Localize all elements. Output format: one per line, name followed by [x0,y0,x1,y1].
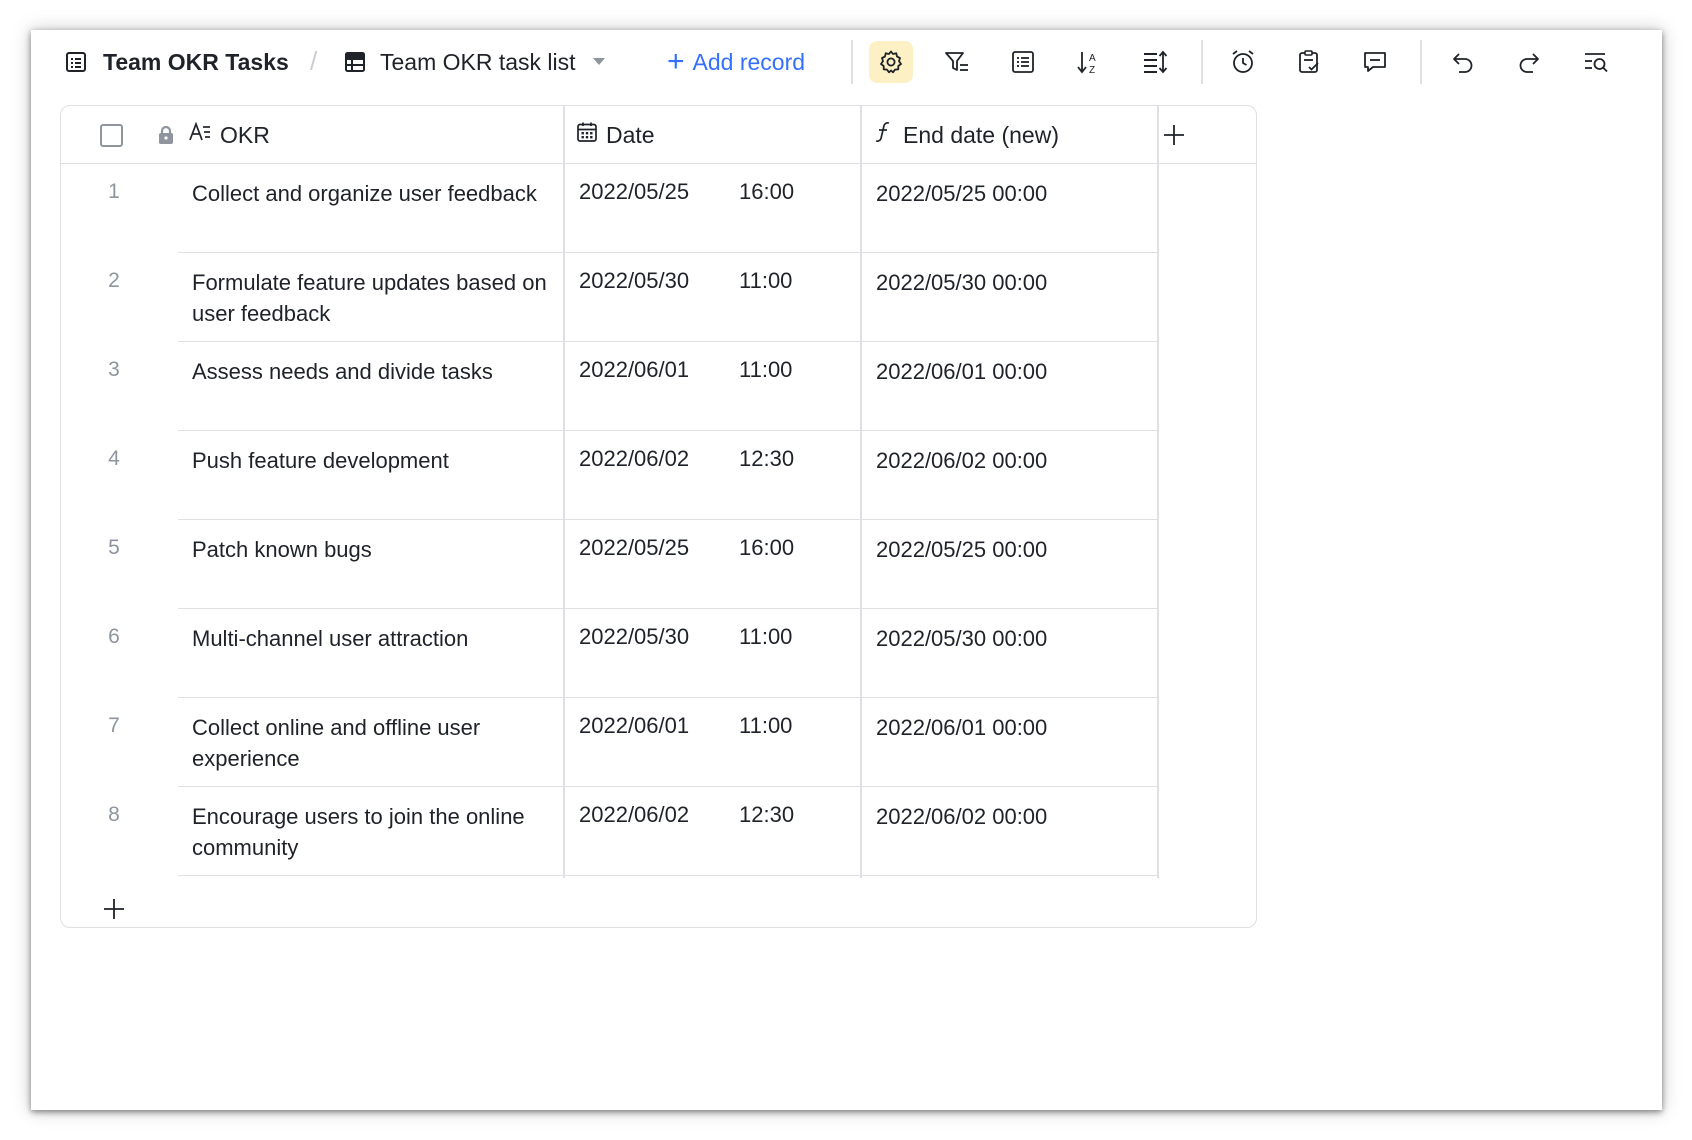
time-cell[interactable]: 11:00 [739,621,792,652]
column-header-okr[interactable]: OKR [188,106,270,164]
time-cell[interactable]: 16:00 [739,532,794,563]
end-date-cell[interactable]: 2022/05/30 00:00 [876,267,1047,298]
add-record-label: Add record [692,48,806,75]
caret-down-icon [592,57,606,67]
toolbar-divider [1420,40,1422,84]
column-header-end-date[interactable]: End date (new) [873,106,1059,164]
end-date-cell[interactable]: 2022/06/01 00:00 [876,356,1047,387]
time-cell[interactable]: 12:30 [739,443,794,474]
row-number: 8 [108,803,120,826]
end-date-cell[interactable]: 2022/06/01 00:00 [876,712,1047,743]
row-number: 3 [108,358,120,381]
row-height-icon[interactable] [1133,41,1177,83]
time-cell[interactable]: 11:00 [739,710,792,741]
base-title: Team OKR Tasks [103,48,289,75]
grid-header: OKR Date End date (new) [61,106,1256,164]
data-grid: OKR Date End date (new) 1 Collect and or… [60,105,1257,928]
table-icon [344,51,366,73]
okr-cell[interactable]: Collect and organize user feedback [192,178,562,209]
table-row[interactable]: 4 Push feature development 2022/06/02 12… [61,431,1256,520]
add-row-button[interactable] [99,894,129,924]
column-header-label: OKR [220,121,270,148]
date-cell[interactable]: 2022/06/01 [579,710,689,741]
add-record-button[interactable]: + Add record [667,46,805,78]
date-cell[interactable]: 2022/05/25 [579,176,689,207]
undo-icon[interactable] [1441,41,1485,83]
okr-cell[interactable]: Formulate feature updates based on user … [192,267,562,329]
okr-cell[interactable]: Assess needs and divide tasks [192,356,562,387]
end-date-cell[interactable]: 2022/06/02 00:00 [876,801,1047,832]
row-number: 1 [108,180,120,203]
table-row[interactable]: 2 Formulate feature updates based on use… [61,253,1256,342]
date-cell[interactable]: 2022/05/30 [579,621,689,652]
table-row[interactable]: 5 Patch known bugs 2022/05/25 16:00 2022… [61,520,1256,609]
column-header-label: End date (new) [903,121,1059,148]
app-window: Team OKR Tasks / Team OKR task list + Ad… [31,30,1662,1110]
settings-icon[interactable] [869,41,913,83]
filter-icon[interactable] [935,41,979,83]
svg-text:Z: Z [1089,65,1095,76]
table-row[interactable]: 1 Collect and organize user feedback 202… [61,164,1256,253]
date-cell[interactable]: 2022/06/01 [579,354,689,385]
date-cell[interactable]: 2022/05/25 [579,532,689,563]
row-number: 2 [108,269,120,292]
group-icon[interactable] [1001,41,1045,83]
base-doc-icon [65,51,87,73]
row-number: 7 [108,714,120,737]
row-number: 5 [108,536,120,559]
okr-cell[interactable]: Encourage users to join the online commu… [192,801,562,863]
comment-icon[interactable] [1353,41,1397,83]
row-number: 6 [108,625,120,648]
time-cell[interactable]: 12:30 [739,799,794,830]
table-title: Team OKR task list [380,48,576,75]
svg-text:A: A [1089,53,1096,64]
okr-cell[interactable]: Push feature development [192,445,562,476]
toolbar-divider [851,40,853,84]
date-cell[interactable]: 2022/06/02 [579,799,689,830]
lock-icon [157,125,175,150]
reminder-icon[interactable] [1221,41,1265,83]
table-row[interactable]: 8 Encourage users to join the online com… [61,787,1256,876]
okr-cell[interactable]: Patch known bugs [192,534,562,565]
calendar-icon [576,121,606,149]
add-column-button[interactable] [1157,120,1191,150]
task-check-icon[interactable] [1287,41,1331,83]
end-date-cell[interactable]: 2022/05/30 00:00 [876,623,1047,654]
column-header-date[interactable]: Date [576,106,655,164]
okr-cell[interactable]: Multi-channel user attraction [192,623,562,654]
time-cell[interactable]: 11:00 [739,354,792,385]
end-date-cell[interactable]: 2022/06/02 00:00 [876,445,1047,476]
row-number: 4 [108,447,120,470]
row-divider [178,874,1157,876]
table-selector[interactable]: Team OKR task list [344,48,606,76]
text-field-icon [188,121,220,149]
table-row[interactable]: 6 Multi-channel user attraction 2022/05/… [61,609,1256,698]
redo-icon[interactable] [1507,41,1551,83]
plus-icon: + [667,45,685,78]
column-header-label: Date [606,121,655,148]
date-cell[interactable]: 2022/06/02 [579,443,689,474]
okr-cell[interactable]: Collect online and offline user experien… [192,712,562,774]
date-cell[interactable]: 2022/05/30 [579,265,689,296]
formula-icon [873,120,903,150]
toolbar-divider [1201,40,1203,84]
end-date-cell[interactable]: 2022/05/25 00:00 [876,178,1047,209]
sort-icon[interactable]: AZ [1067,41,1111,83]
table-row[interactable]: 3 Assess needs and divide tasks 2022/06/… [61,342,1256,431]
search-icon[interactable] [1574,41,1618,83]
toolbar: Team OKR Tasks / Team OKR task list + Ad… [31,30,1662,94]
time-cell[interactable]: 16:00 [739,176,794,207]
time-cell[interactable]: 11:00 [739,265,792,296]
table-row[interactable]: 7 Collect online and offline user experi… [61,698,1256,787]
breadcrumb-separator: / [310,46,318,76]
breadcrumb-base[interactable]: Team OKR Tasks [65,48,289,76]
select-all-checkbox[interactable] [100,124,123,147]
end-date-cell[interactable]: 2022/05/25 00:00 [876,534,1047,565]
